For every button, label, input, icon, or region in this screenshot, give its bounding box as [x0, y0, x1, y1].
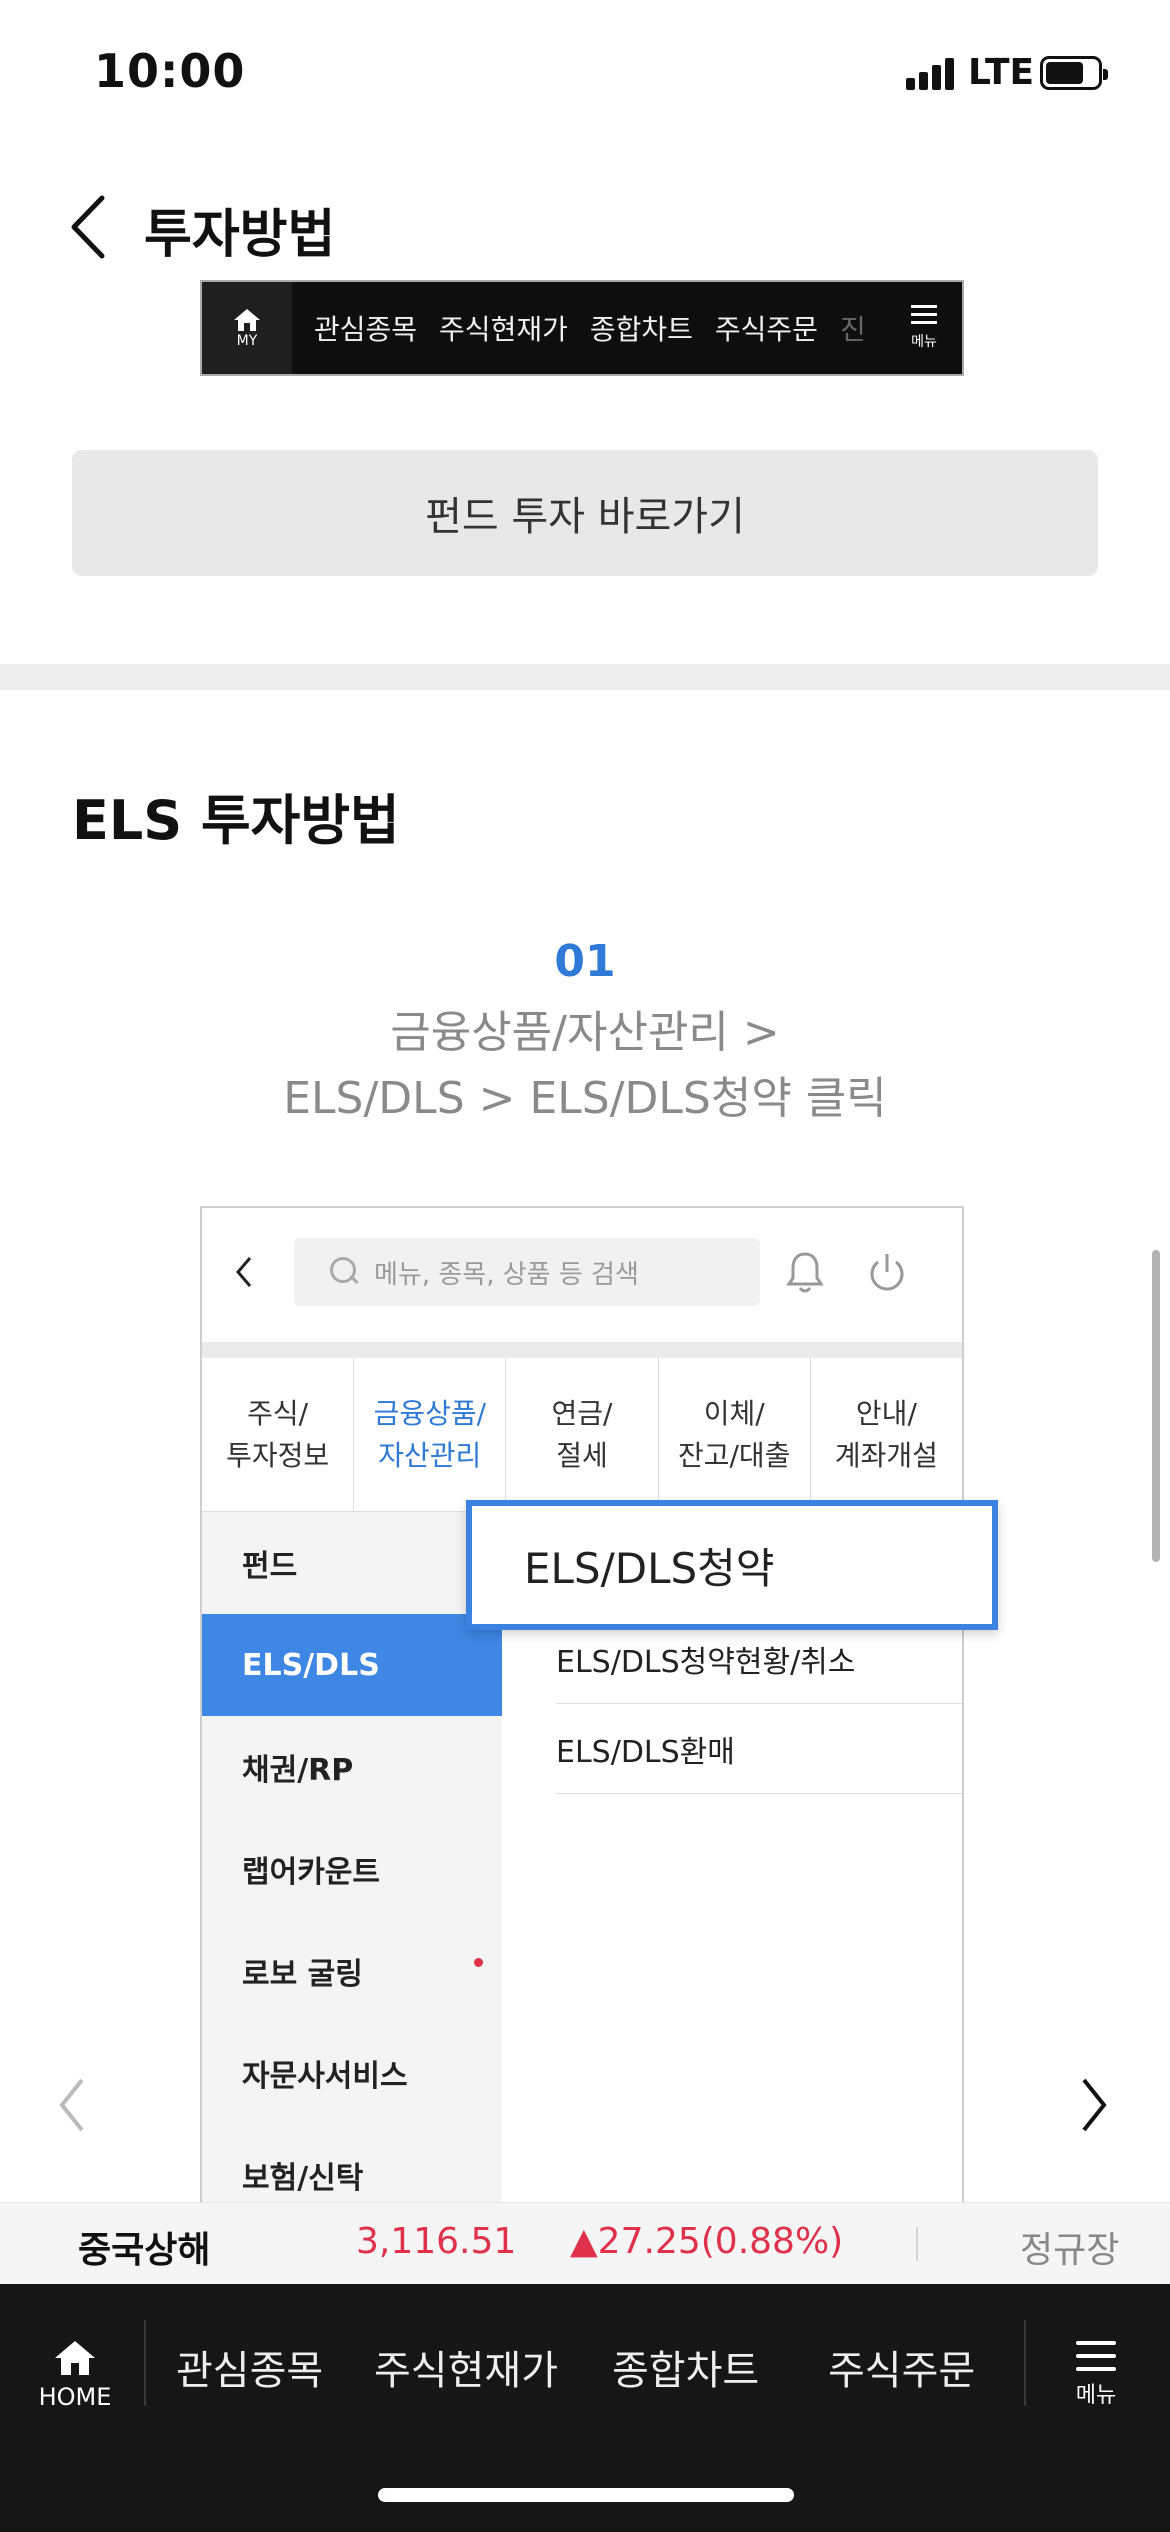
menu-label: 메뉴	[911, 334, 937, 350]
menu-icon: 메뉴	[886, 282, 962, 374]
chevron-left-icon	[232, 1252, 256, 1302]
step-description: 금융상품/자산관리 > ELS/DLS > ELS/DLS청약 클릭	[0, 1000, 1170, 1132]
side-item-active: ELS/DLS	[202, 1614, 502, 1716]
side-item: 보험/신탁	[242, 2161, 364, 2196]
preview-nav-item: 주식주문	[714, 313, 818, 346]
home-label: MY	[236, 333, 258, 349]
nav-menu-button[interactable]: 메뉴	[1064, 2320, 1128, 2430]
preview-nav-item: 주식현재가	[439, 313, 568, 346]
preview-nav-item-faded: 진	[839, 313, 866, 346]
home-icon	[55, 2341, 95, 2375]
side-item-label: 로보 굴링	[242, 1957, 363, 1992]
hamburger-icon	[1076, 2341, 1116, 2371]
screenshot-tabs: 주식/ 투자정보 금융상품/ 자산관리 연금/ 절세 이체/ 잔고/대출 안내/…	[202, 1358, 962, 1512]
new-dot-icon	[474, 1958, 483, 1967]
side-item: 채권/RP	[242, 1753, 354, 1788]
carousel-next-button[interactable]	[1074, 2070, 1114, 2140]
section-divider	[0, 664, 1170, 690]
step-line-2: ELS/DLS > ELS/DLS청약 클릭	[283, 1073, 887, 1124]
app-nav-preview: MY 관심종목 주식현재가 종합차트 주식주문 진 메뉴	[200, 280, 964, 376]
status-bar: 10:00 LTE	[0, 0, 1170, 150]
ticker-change: ▲27.25(0.88%)	[570, 2221, 844, 2262]
back-button[interactable]	[62, 192, 122, 262]
side-item: 랩어카운트	[242, 1855, 380, 1890]
home-icon: MY	[202, 282, 292, 374]
guide-screenshot: 메뉴, 종목, 상품 등 검색 주식/ 투자정보 금융상품/ 자산관리 연금/ …	[200, 1206, 964, 2206]
step-number: 01	[554, 936, 616, 987]
nav-divider	[144, 2320, 146, 2406]
screenshot-tab: 이체/ 잔고/대출	[659, 1358, 811, 1511]
chevron-left-icon	[71, 195, 105, 259]
nav-item-current-price[interactable]: 주식현재가	[374, 2338, 558, 2396]
section-title: ELS 투자방법	[72, 789, 400, 852]
ticker-session: 정규장	[1020, 2230, 1120, 2271]
step-line-1: 금융상품/자산관리 >	[390, 1007, 780, 1058]
carousel-prev-button[interactable]	[52, 2070, 92, 2140]
preview-nav-item: 종합차트	[589, 313, 693, 346]
page-title: 투자방법	[144, 205, 336, 265]
nav-home-label: HOME	[38, 2383, 112, 2411]
screenshot-tab: 연금/ 절세	[506, 1358, 659, 1511]
fund-invest-button[interactable]: 펀드 투자 바로가기	[72, 450, 1098, 576]
ticker-divider	[916, 2227, 918, 2261]
scrollbar[interactable]	[1152, 1250, 1160, 1562]
search-placeholder: 메뉴, 종목, 상품 등 검색	[374, 1259, 639, 1290]
chevron-right-icon	[1082, 2078, 1107, 2132]
side-item: 자문사서비스	[242, 2059, 408, 2094]
sub-item: ELS/DLS환매	[556, 1704, 962, 1794]
power-icon	[866, 1248, 908, 1296]
home-indicator[interactable]	[378, 2488, 794, 2502]
screenshot-separator	[202, 1342, 962, 1358]
nav-item-watchlist[interactable]: 관심종목	[176, 2338, 323, 2396]
nav-menu-label: 메뉴	[1075, 2383, 1117, 2408]
market-ticker[interactable]: 중국상해 3,116.51 ▲27.25(0.88%) 정규장	[0, 2202, 1170, 2284]
screenshot-tab: 안내/ 계좌개설	[834, 1396, 938, 1472]
screenshot-tab-active: 금융상품/ 자산관리	[354, 1358, 507, 1511]
screenshot-sub-list: ELS/DLS청약현황/취소 ELS/DLS환매	[556, 1614, 962, 1794]
status-time: 10:00	[94, 44, 246, 98]
side-item: 로보 굴링	[202, 1920, 502, 2022]
network-label: LTE	[968, 52, 1035, 93]
page-header: 투자방법	[0, 170, 1170, 280]
nav-divider	[1024, 2320, 1026, 2406]
nav-home-button[interactable]: HOME	[30, 2320, 120, 2430]
ticker-name: 중국상해	[78, 2230, 211, 2271]
preview-nav-item: 관심종목	[314, 313, 418, 346]
search-icon	[330, 1257, 360, 1287]
bell-icon	[784, 1248, 826, 1296]
battery-icon	[1040, 56, 1108, 90]
side-item: 펀드	[242, 1549, 298, 1584]
nav-item-chart[interactable]: 종합차트	[612, 2338, 759, 2396]
nav-item-order[interactable]: 주식주문	[828, 2338, 975, 2396]
screenshot-side-menu: 펀드 ELS/DLS 채권/RP 랩어카운트 로보 굴링 자문사서비스 보험/신…	[202, 1512, 502, 2206]
highlight-callout: ELS/DLS청약	[466, 1500, 998, 1630]
ticker-value: 3,116.51	[356, 2221, 517, 2262]
chevron-left-icon	[59, 2078, 84, 2132]
signal-icon	[906, 58, 954, 90]
screenshot-header: 메뉴, 종목, 상품 등 검색	[202, 1208, 962, 1342]
screenshot-search: 메뉴, 종목, 상품 등 검색	[294, 1238, 760, 1306]
screenshot-tab: 주식/ 투자정보	[202, 1358, 355, 1511]
